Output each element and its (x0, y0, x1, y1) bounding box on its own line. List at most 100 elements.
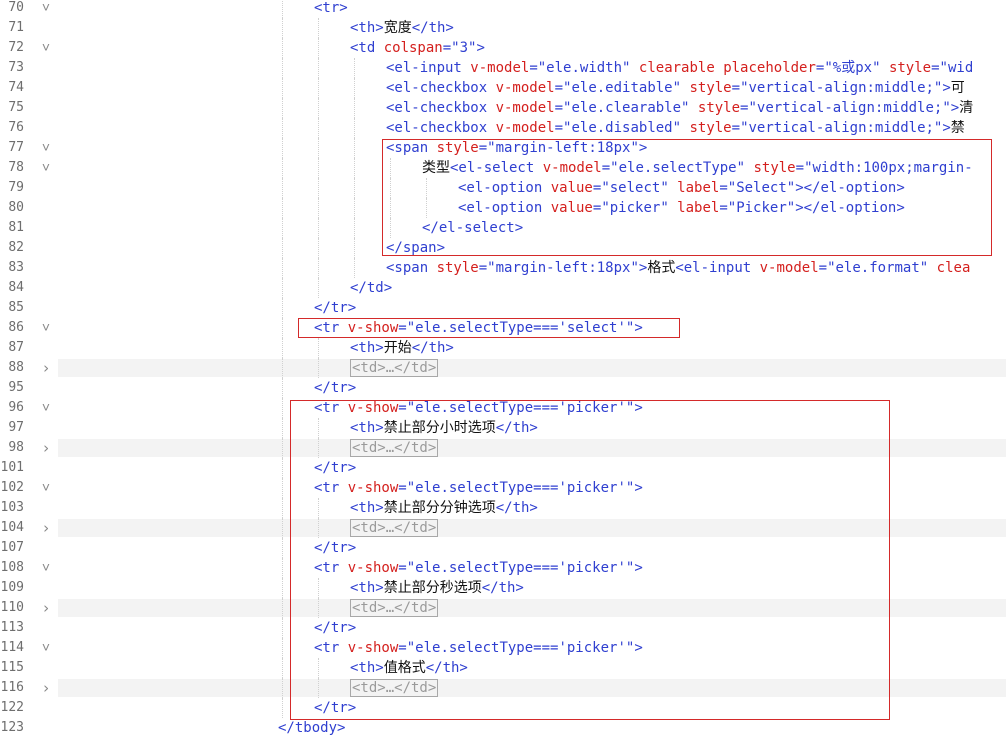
code-line[interactable]: 96 ˅ <tr v-show="ele.selectType==='picker'… (0, 398, 1006, 418)
code-content: <th>值格式</th> (350, 658, 468, 678)
chevron-right-icon[interactable]: › (40, 518, 52, 538)
line-number: 83 (8, 260, 24, 275)
line-number: 73 (8, 60, 24, 75)
code-line[interactable]: 109 <th>禁止部分秒选项</th> (0, 578, 1006, 598)
code-line[interactable]: 113 </tr> (0, 618, 1006, 638)
chevron-right-icon[interactable]: › (40, 438, 52, 458)
value-token: "ele.width" (537, 60, 639, 76)
code-content: </span> (386, 238, 445, 258)
folded-block[interactable]: <td>…</td> (350, 599, 439, 617)
code-line[interactable]: 98 › <td>…</td> (0, 438, 1006, 458)
indent-guide (282, 398, 283, 418)
code-line[interactable]: 123 </tbody> (0, 718, 1006, 738)
code-line[interactable]: 97 <th>禁止部分小时选项</th> (0, 418, 1006, 438)
code-line[interactable]: 87 <th>开始</th> (0, 338, 1006, 358)
indent-guide (318, 178, 319, 198)
code-line[interactable]: 86 ˅ <tr v-show="ele.selectType==='select'… (0, 318, 1006, 338)
chevron-down-icon[interactable]: ˅ (40, 38, 52, 58)
code-line[interactable]: 110 › <td>…</td> (0, 598, 1006, 618)
tag-token: <tr (314, 320, 348, 336)
line-number: 85 (8, 300, 24, 315)
code-line[interactable]: 73 <el-input v-model="ele.width" clearabl… (0, 58, 1006, 78)
code-content: <tr v-show="ele.selectType==='picker'"> (314, 638, 643, 658)
tag-token: </th> (495, 500, 538, 516)
code-line[interactable]: 108 ˅ <tr v-show="ele.selectType==='picker… (0, 558, 1006, 578)
code-line[interactable]: 74 <el-checkbox v-model="ele.editable" st… (0, 78, 1006, 98)
attribute-token: label (677, 200, 720, 216)
code-line[interactable]: 116 › <td>…</td> (0, 678, 1006, 698)
folded-block[interactable]: <td>…</td> (350, 359, 439, 377)
code-line[interactable]: 70 ˅ <tr> (0, 0, 1006, 18)
chevron-right-icon[interactable]: › (40, 598, 52, 618)
code-line[interactable]: 75 <el-checkbox v-model="ele.clearable" s… (0, 98, 1006, 118)
attribute-token: v-show (347, 640, 399, 656)
chevron-down-icon[interactable]: ˅ (40, 0, 52, 18)
code-line[interactable]: 107 </tr> (0, 538, 1006, 558)
folded-block[interactable]: <td>…</td> (350, 439, 439, 457)
indent-guide (282, 418, 283, 438)
line-number: 79 (8, 180, 24, 195)
folded-block[interactable]: <td>…</td> (350, 679, 439, 697)
text-token: 可 (950, 80, 965, 96)
code-line[interactable]: 76 <el-checkbox v-model="ele.disabled" st… (0, 118, 1006, 138)
code-line[interactable]: 115 <th>值格式</th> (0, 658, 1006, 678)
code-line[interactable]: 104 › <td>…</td> (0, 518, 1006, 538)
attribute-token: label (677, 180, 720, 196)
tag-token: </th> (411, 20, 454, 36)
indent-guide (354, 258, 355, 278)
folded-line-highlight (58, 359, 1006, 377)
chevron-down-icon[interactable]: ˅ (40, 638, 52, 658)
tag-token: </tr> (314, 700, 357, 716)
tag-token: <el-input (675, 260, 760, 276)
line-number: 75 (8, 100, 24, 115)
indent-guide (282, 338, 283, 358)
chevron-right-icon[interactable]: › (40, 358, 52, 378)
chevron-down-icon[interactable]: ˅ (40, 158, 52, 178)
code-line[interactable]: 95 </tr> (0, 378, 1006, 398)
tag-token: ></el-option> (795, 180, 905, 196)
attribute-token: value (550, 200, 593, 216)
code-editor[interactable]: 70 ˅ <tr> 71 <th>宽度</th> 72 ˅ <td colspan="3"> 7… (0, 0, 1006, 737)
chevron-down-icon[interactable]: ˅ (40, 138, 52, 158)
tag-token: </tr> (314, 460, 357, 476)
indent-guide (282, 578, 283, 598)
code-line[interactable]: 80 <el-option value="picker" label="Picke… (0, 198, 1006, 218)
indent-guide (426, 178, 427, 198)
tag-token: <el-option (458, 180, 551, 196)
code-line[interactable]: 88 › <td>…</td> (0, 358, 1006, 378)
code-line[interactable]: 77 ˅ <span style="margin-left:18px"> (0, 138, 1006, 158)
chevron-down-icon[interactable]: ˅ (40, 478, 52, 498)
value-token: "select" (601, 180, 678, 196)
code-line[interactable]: 85 </tr> (0, 298, 1006, 318)
code-line[interactable]: 101 </tr> (0, 458, 1006, 478)
code-line[interactable]: 79 <el-option value="select" label="Selec… (0, 178, 1006, 198)
code-line[interactable]: 78 ˅ 类型<el-select v-model="ele.selectType"… (0, 158, 1006, 178)
line-number: 74 (8, 80, 24, 95)
code-line[interactable]: 71 <th>宽度</th> (0, 18, 1006, 38)
code-line[interactable]: 81 </el-select> (0, 218, 1006, 238)
chevron-down-icon[interactable]: ˅ (40, 558, 52, 578)
code-line[interactable]: 82 </span> (0, 238, 1006, 258)
code-line[interactable]: 103 <th>禁止部分分钟选项</th> (0, 498, 1006, 518)
indent-guide (318, 138, 319, 158)
chevron-right-icon[interactable]: › (40, 678, 52, 698)
value-token: "ele.disabled" (563, 120, 690, 136)
attribute-token: v-show (347, 320, 399, 336)
indent-guide (354, 158, 355, 178)
indent-guide (282, 638, 283, 658)
tag-token: = (731, 120, 741, 136)
chevron-down-icon[interactable]: ˅ (40, 398, 52, 418)
chevron-down-icon[interactable]: ˅ (40, 318, 52, 338)
folded-line-highlight (58, 439, 1006, 457)
code-line[interactable]: 122 </tr> (0, 698, 1006, 718)
code-line[interactable]: 72 ˅ <td colspan="3"> (0, 38, 1006, 58)
line-number: 115 (0, 660, 24, 675)
folded-block[interactable]: <td>…</td> (350, 519, 439, 537)
value-token: "ele.selectType==='picker'" (406, 560, 635, 576)
code-line[interactable]: 114 ˅ <tr v-show="ele.selectType==='picker… (0, 638, 1006, 658)
code-line[interactable]: 102 ˅ <tr v-show="ele.selectType==='picker… (0, 478, 1006, 498)
attribute-token: v-show (347, 560, 399, 576)
indent-guide (282, 238, 283, 258)
code-line[interactable]: 83 <span style="margin-left:18px">格式<el-i… (0, 258, 1006, 278)
code-line[interactable]: 84 </td> (0, 278, 1006, 298)
